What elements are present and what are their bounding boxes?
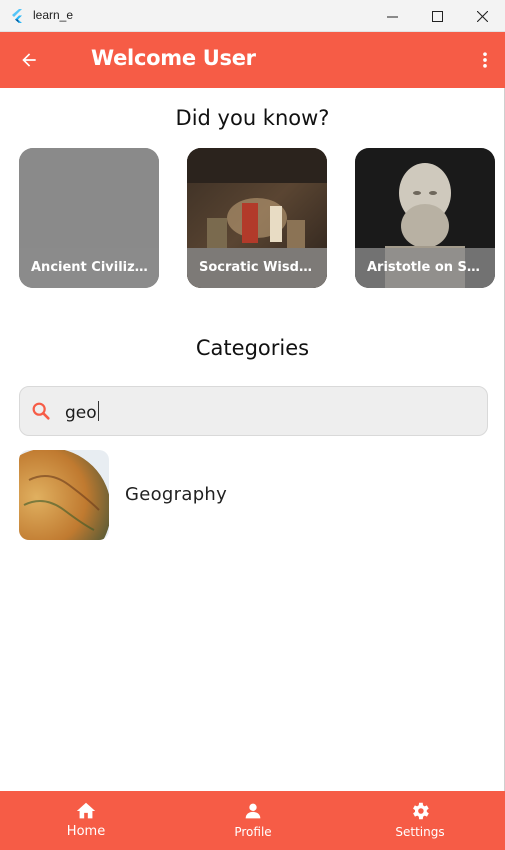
gear-icon <box>413 802 429 820</box>
maximize-button[interactable] <box>414 0 460 32</box>
window-title: learn_e <box>33 8 74 22</box>
categories-heading: Categories <box>195 336 310 360</box>
more-vert-icon <box>483 52 487 68</box>
close-icon <box>476 10 488 22</box>
search-icon <box>32 402 50 420</box>
nav-settings[interactable]: Settings <box>336 791 504 850</box>
nav-home-label: Home <box>66 824 106 839</box>
flutter-icon <box>12 9 22 23</box>
more-menu-button[interactable] <box>473 48 497 72</box>
home-icon <box>76 802 96 819</box>
close-button[interactable] <box>459 0 505 32</box>
nav-settings-label: Settings <box>395 825 445 839</box>
fact-card-caption: Aristotle on Sel... <box>367 260 485 275</box>
page-title: Welcome User <box>91 46 256 70</box>
bottom-navigation: Home Profile Settings <box>0 791 505 850</box>
minimize-button[interactable] <box>369 0 415 32</box>
category-label: Geography <box>125 484 228 505</box>
category-item-geography[interactable]: Geography <box>19 450 489 540</box>
minimize-icon <box>386 16 398 17</box>
person-icon <box>245 803 261 819</box>
main-content: Did you know? Ancient Civiliz... Socrati… <box>0 88 505 791</box>
globe-image <box>19 450 109 540</box>
maximize-icon <box>431 10 443 22</box>
fact-card[interactable]: Aristotle on Sel... <box>355 148 495 288</box>
did-you-know-heading: Did you know? <box>175 106 330 130</box>
nav-home[interactable]: Home <box>2 791 170 850</box>
nav-profile-label: Profile <box>234 825 272 839</box>
window-titlebar: learn_e <box>0 0 505 32</box>
back-button[interactable] <box>17 48 41 72</box>
app-bar: Welcome User <box>0 32 505 88</box>
search-value: geo <box>65 403 97 423</box>
fact-card[interactable]: Ancient Civiliz... <box>19 148 159 288</box>
fact-card[interactable]: Socratic Wisdo... <box>187 148 327 288</box>
arrow-back-icon <box>22 53 36 67</box>
text-caret <box>97 401 99 421</box>
fact-card-caption: Socratic Wisdo... <box>199 260 317 275</box>
category-search-input[interactable]: geo <box>19 386 488 436</box>
nav-profile[interactable]: Profile <box>169 791 337 850</box>
fact-card-caption: Ancient Civiliz... <box>31 260 149 275</box>
